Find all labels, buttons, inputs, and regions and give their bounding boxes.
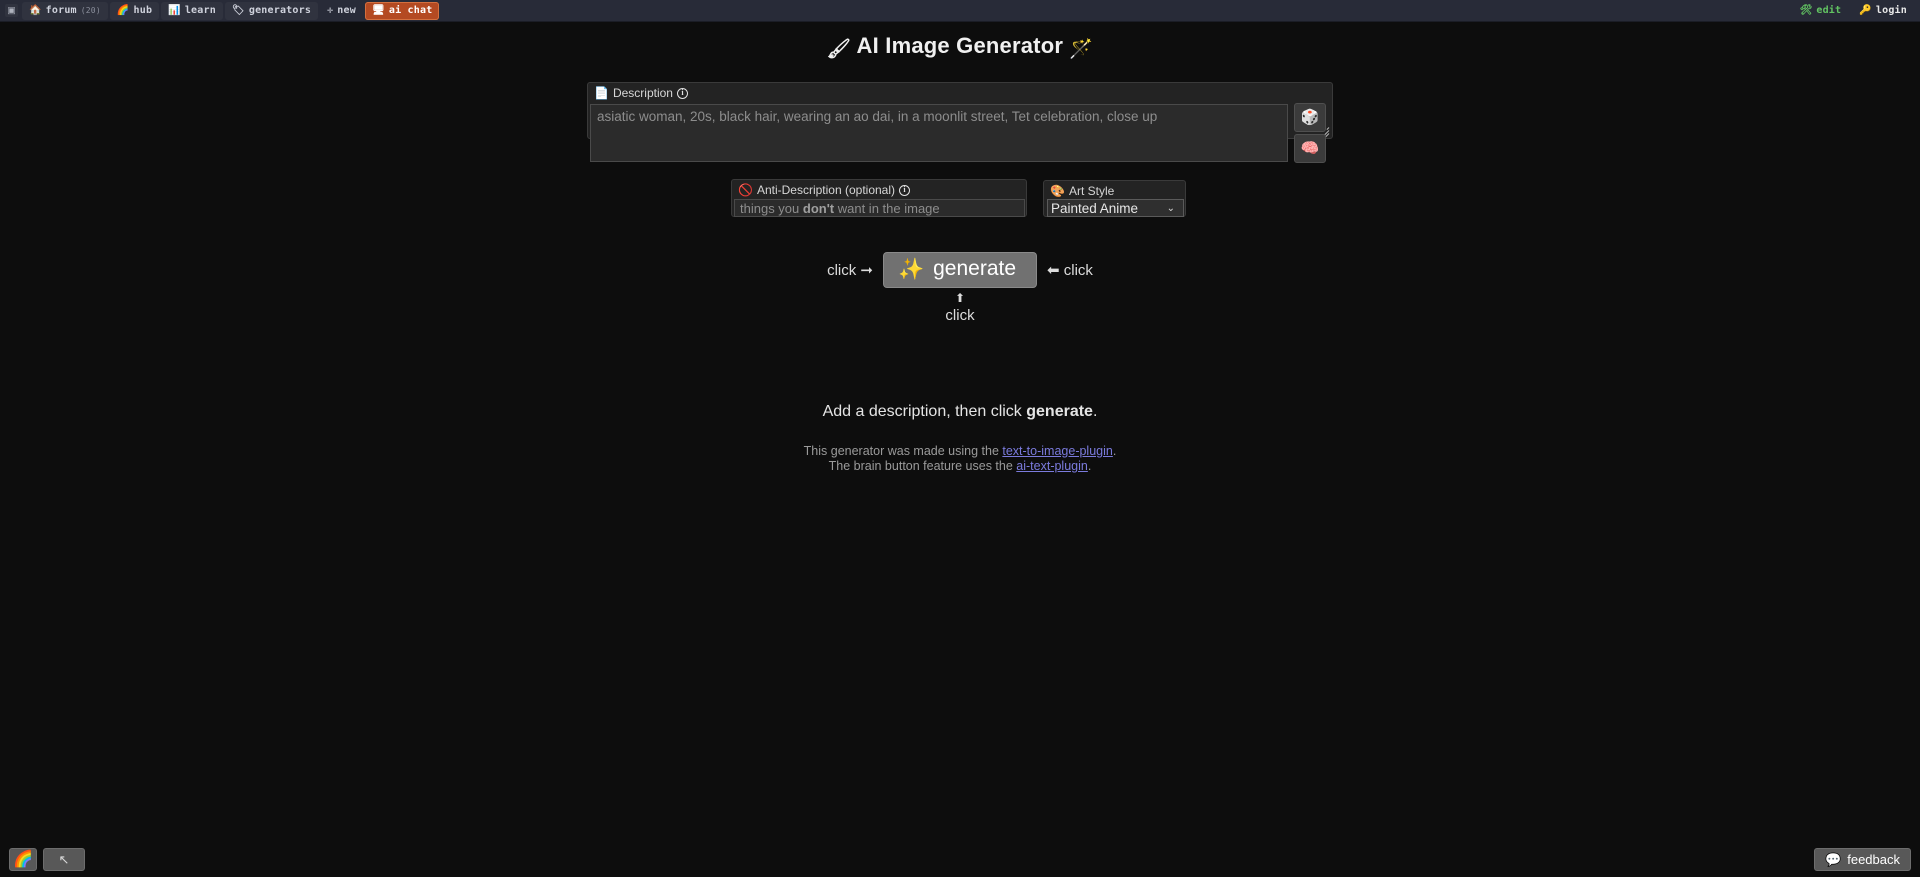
click-hint-below-label: click [945, 307, 975, 324]
speech-bubble-icon: 💬 [1825, 852, 1842, 867]
credits-line2-post: . [1087, 459, 1092, 473]
document-icon: 📄 [594, 86, 609, 100]
theme-toggle-button[interactable]: 🌈 [9, 848, 37, 871]
top-navigation-bar: ▣ 🏠 forum (20) 🌈 hub 📊 learn 🏷 generator… [0, 0, 1920, 22]
click-hint-below: ⬆ click [0, 290, 1920, 324]
anti-description-label: Anti-Description (optional) [756, 183, 896, 197]
status-text-bold: generate [1026, 403, 1093, 420]
nav-item-learn[interactable]: 📊 learn [161, 1, 223, 20]
tools-icon: 🛠 [1799, 4, 1813, 16]
feedback-button-label: feedback [1847, 852, 1900, 867]
generate-row: click ➞ ✨ generate ⬅ click [0, 252, 1920, 288]
description-input[interactable] [590, 104, 1288, 162]
nav-item-forum[interactable]: 🏠 forum (20) [22, 1, 108, 20]
nav-item-generators[interactable]: 🏷 generators [224, 1, 319, 20]
nav-item-new-label: new [337, 5, 356, 16]
feedback-button[interactable]: 💬 feedback [1814, 848, 1911, 871]
nav-item-ai-chat-label: ai chat [388, 5, 433, 16]
nav-item-login[interactable]: 🔑 login [1852, 2, 1914, 20]
anti-description-input[interactable] [734, 199, 1025, 217]
status-text-post: . [1092, 403, 1098, 420]
nav-item-learn-label: learn [184, 5, 216, 16]
apps-grid-icon[interactable]: ▣ [5, 4, 18, 17]
cursor-mode-button[interactable]: ↖ [43, 848, 85, 871]
forum-icon: 🏠 [29, 4, 42, 16]
brain-icon: 🧠 [1300, 140, 1320, 157]
rainbow-icon: 🌈 [13, 850, 33, 868]
apps-grid-glyph: ▣ [7, 5, 16, 15]
description-label-row: 📄 Description i [588, 83, 1332, 100]
generators-icon: 🏷 [231, 4, 245, 16]
status-text-pre: Add a description, then click [822, 403, 1027, 420]
hub-icon: 🌈 [116, 4, 130, 16]
click-hint-left: click ➞ [827, 262, 873, 279]
up-arrow-icon: ⬆ [954, 291, 966, 305]
anti-description-panel: 🚫 Anti-Description (optional) i things y… [731, 179, 1027, 217]
nav-item-edit[interactable]: 🛠 edit [1792, 2, 1848, 20]
page-title: 🖌 AI Image Generator 🪄 [0, 33, 1920, 61]
generate-button-label: generate [933, 257, 1017, 280]
nav-item-hub-label: hub [133, 5, 153, 16]
key-icon: 🔑 [1859, 4, 1872, 16]
credits-line1-pre: This generator was made using the [803, 444, 1003, 458]
nav-right-group: 🛠 edit 🔑 login [1792, 2, 1920, 20]
nav-item-forum-label: forum [45, 5, 77, 16]
sparkles-icon: ✨ [897, 257, 925, 281]
art-style-select[interactable]: Painted Anime [1047, 199, 1184, 217]
nav-item-generators-label: generators [248, 5, 312, 16]
page-title-text: AI Image Generator [856, 33, 1064, 58]
nav-item-forum-count: (20) [80, 6, 101, 15]
nav-item-ai-chat[interactable]: 🖥 ai chat [364, 1, 440, 20]
palette-icon: 🎨 [1050, 184, 1065, 198]
click-hint-right: ⬅ click [1047, 262, 1093, 279]
description-panel: 📄 Description i 🎲 🧠 [587, 82, 1333, 163]
credits-block: This generator was made using the text-t… [0, 444, 1920, 474]
credits-line1-post: . [1112, 444, 1117, 458]
paintbrush-icon: 🖌 [826, 39, 852, 60]
text-to-image-plugin-link[interactable]: text-to-image-plugin [1002, 444, 1112, 458]
credits-line-2: The brain button feature uses the ai-tex… [0, 459, 1920, 474]
anti-description-label-row: 🚫 Anti-Description (optional) i [732, 180, 1026, 197]
ai-chat-icon: 🖥 [371, 4, 385, 16]
cursor-arrow-icon: ↖ [58, 852, 70, 867]
prohibited-icon: 🚫 [738, 183, 753, 197]
description-label: Description [612, 86, 673, 100]
nav-item-hub[interactable]: 🌈 hub [109, 1, 160, 20]
nav-item-edit-label: edit [1816, 5, 1842, 16]
random-prompt-button[interactable]: 🎲 [1294, 103, 1326, 132]
dice-icon: 🎲 [1300, 109, 1320, 126]
nav-item-login-label: login [1875, 5, 1907, 16]
nav-left-group: ▣ 🏠 forum (20) 🌈 hub 📊 learn 🏷 generator… [0, 1, 440, 20]
description-info-icon[interactable]: i [676, 87, 688, 99]
ai-brain-button[interactable]: 🧠 [1294, 134, 1326, 163]
generate-button[interactable]: ✨ generate [882, 252, 1038, 288]
credits-line-1: This generator was made using the text-t… [0, 444, 1920, 459]
status-message: Add a description, then click generate. [0, 403, 1920, 421]
credits-line2-pre: The brain button feature uses the [828, 459, 1017, 473]
art-style-label-row: 🎨 Art Style [1044, 181, 1185, 198]
learn-icon: 📊 [168, 4, 181, 16]
art-style-panel: 🎨 Art Style Painted Anime ⌄ [1043, 180, 1186, 217]
ai-text-plugin-link[interactable]: ai-text-plugin [1016, 459, 1088, 473]
magic-wand-icon: 🪄 [1069, 39, 1094, 60]
plus-icon: ✛ [327, 4, 334, 16]
anti-description-info-icon[interactable]: i [899, 184, 911, 196]
nav-item-new[interactable]: ✛ new [320, 2, 363, 20]
art-style-label: Art Style [1068, 184, 1115, 198]
